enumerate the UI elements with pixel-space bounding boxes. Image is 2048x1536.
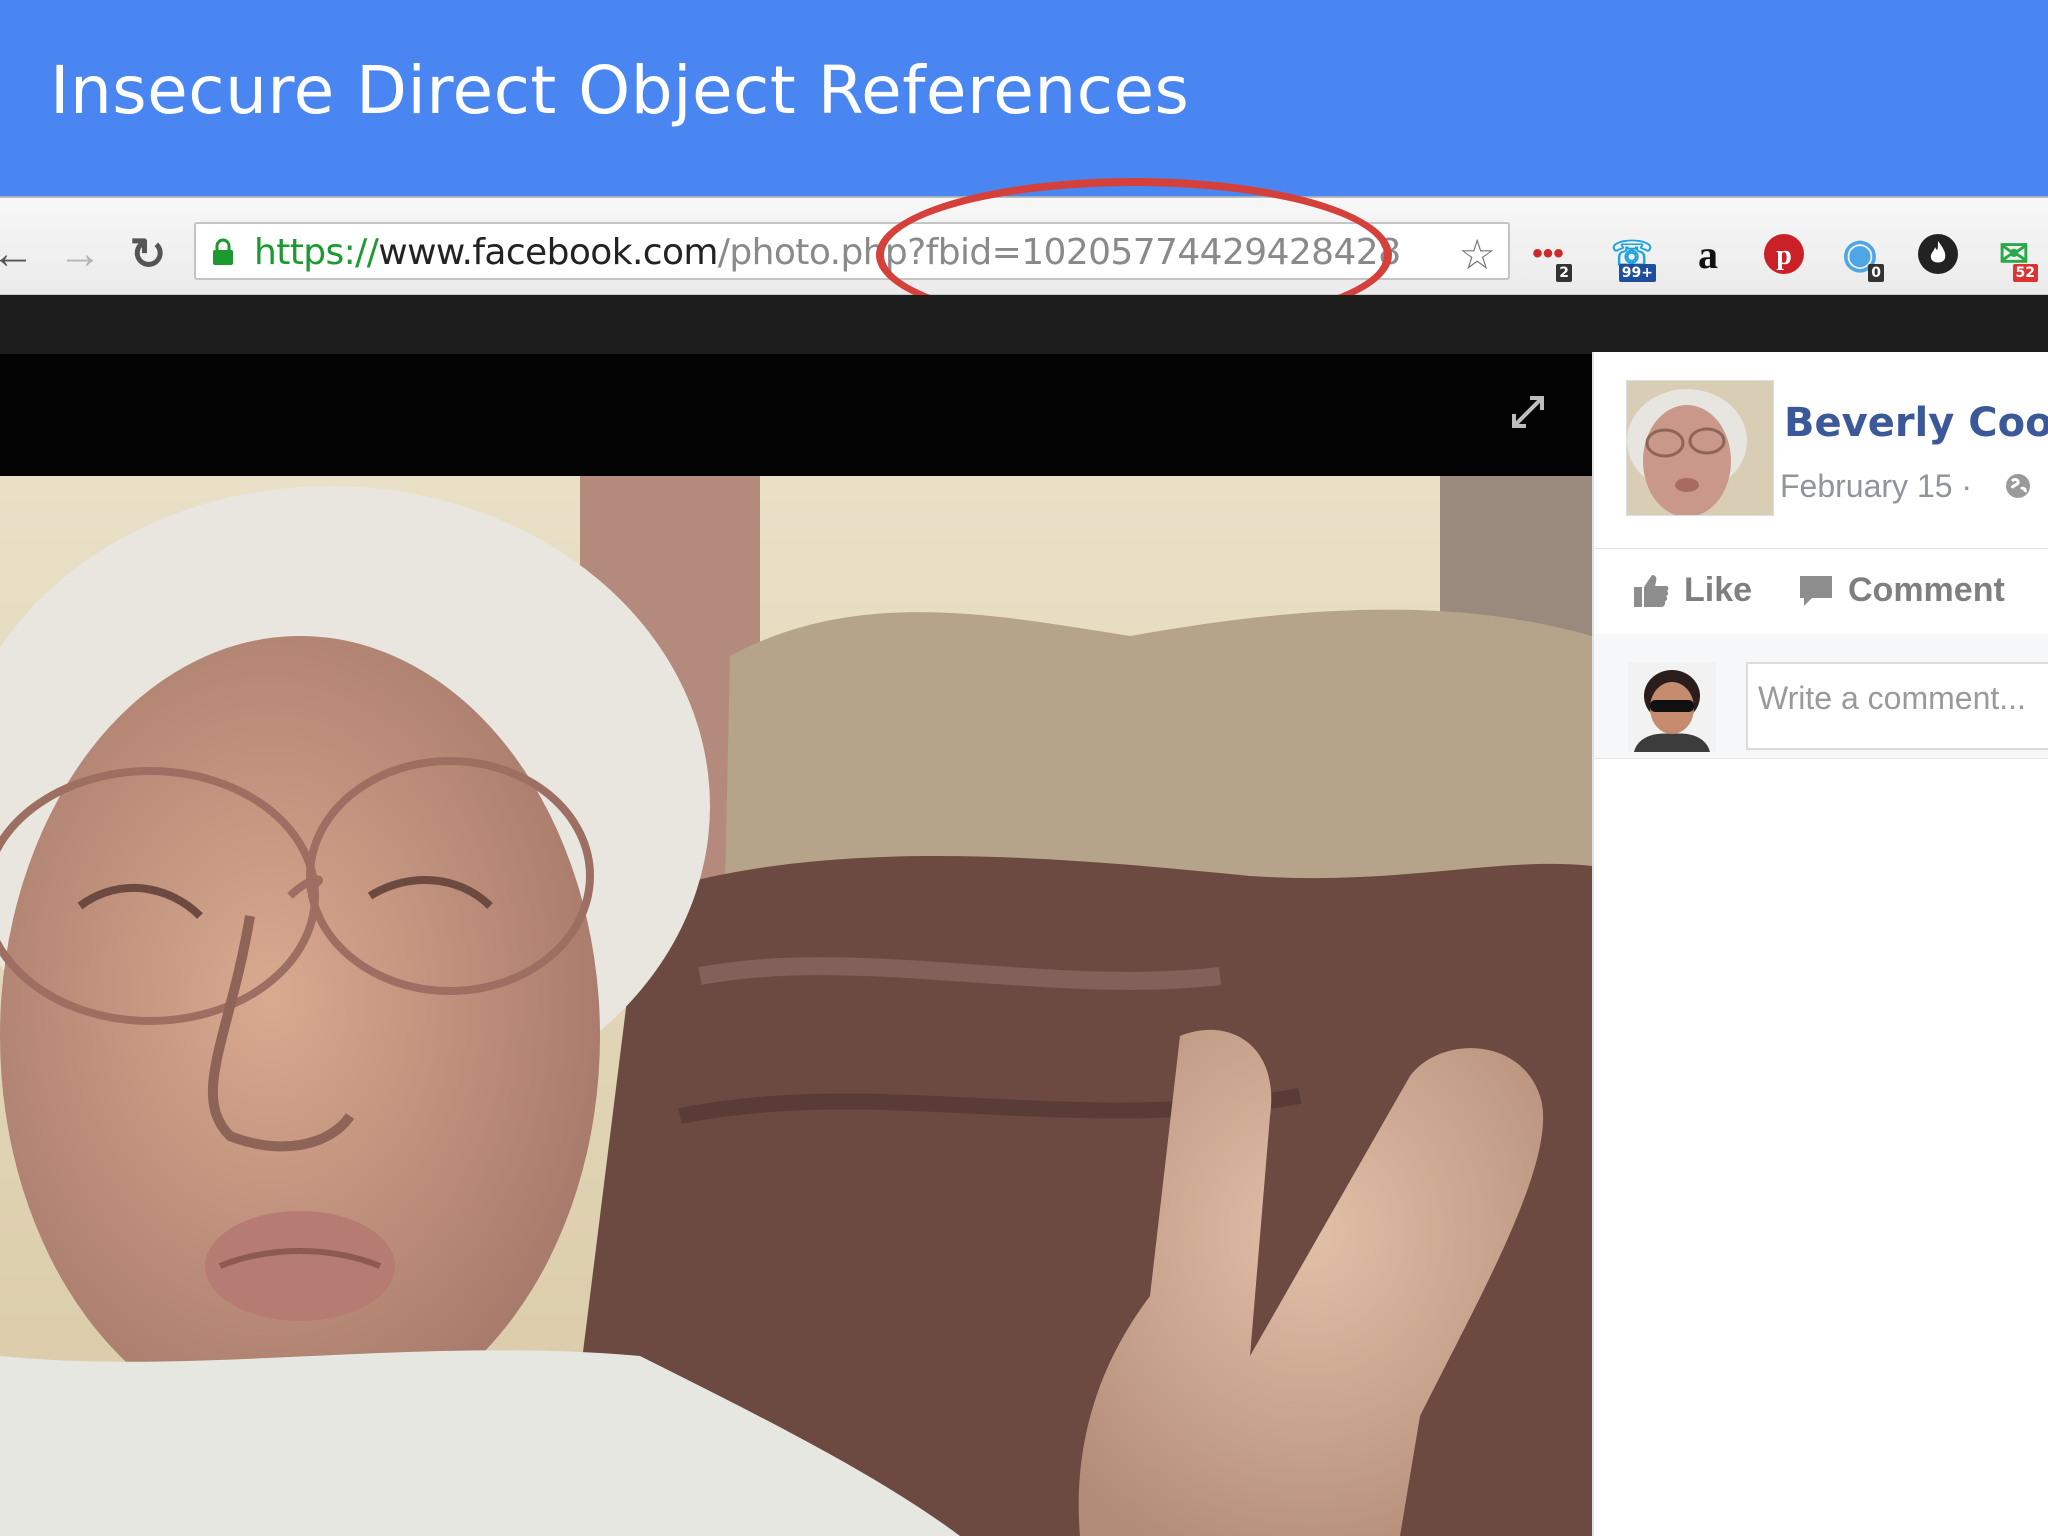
slide-title: Insecure Direct Object References [50,52,1190,129]
ghostery-extension[interactable]: ◉ 0 [1836,228,1884,282]
facebook-page-strip [0,295,2048,355]
skype-extension[interactable]: ☏ 99+ [1608,228,1656,282]
forward-arrow-icon[interactable]: → [56,226,104,282]
lastpass-badge: 2 [1556,264,1572,282]
comment-bubble-icon [1800,575,1832,606]
svg-text:p: p [1776,240,1792,271]
comment-label: Comment [1848,571,2005,609]
comment-composer: Write a comment... [1594,634,2048,759]
reload-icon[interactable]: ↻ [122,226,174,282]
flame-icon [1918,234,1958,274]
like-thumb-icon [1634,574,1669,607]
post-side-panel: Beverly Coop February 15 · Like Comment [1592,352,2048,1536]
expand-icon[interactable] [1510,394,1546,430]
author-avatar[interactable] [1626,380,1774,516]
photo-topbar [0,354,1592,476]
globe-icon [2006,474,2030,498]
back-arrow-icon[interactable]: ← [0,226,36,282]
post-photo[interactable] [0,476,1592,1536]
like-button[interactable]: Like [1632,571,1752,610]
ghostery-badge: 0 [1868,264,1884,282]
slide-header: Insecure Direct Object References [0,0,2048,196]
comment-button[interactable]: Comment [1798,571,2005,610]
author-avatar-image [1627,381,1773,515]
skype-badge: 99+ [1618,264,1656,282]
photo-viewer [0,354,1592,1536]
photo-image [0,476,1592,1536]
amazon-extension[interactable]: a [1684,228,1732,280]
comment-input[interactable]: Write a comment... [1746,662,2048,750]
post-date[interactable]: February 15 · [1780,468,1972,505]
url-scheme: https:// [254,232,379,273]
author-name-link[interactable]: Beverly Coop [1784,400,2048,446]
post-action-bar: Like Comment [1594,548,2048,636]
flame-extension[interactable] [1914,228,1962,280]
lock-icon [213,238,233,265]
url-host: www.facebook.com [378,232,718,273]
like-label: Like [1684,571,1753,609]
lastpass-extension[interactable]: ••• 2 [1524,228,1572,282]
pinterest-extension[interactable]: p [1760,228,1808,280]
mail-extension[interactable]: ✉ 52 [1990,228,2038,282]
star-icon[interactable]: ☆ [1458,230,1496,279]
viewer-avatar-image [1628,662,1716,752]
viewer-avatar[interactable] [1628,662,1716,752]
mail-badge: 52 [2012,264,2038,282]
pinterest-icon: p [1764,234,1804,274]
